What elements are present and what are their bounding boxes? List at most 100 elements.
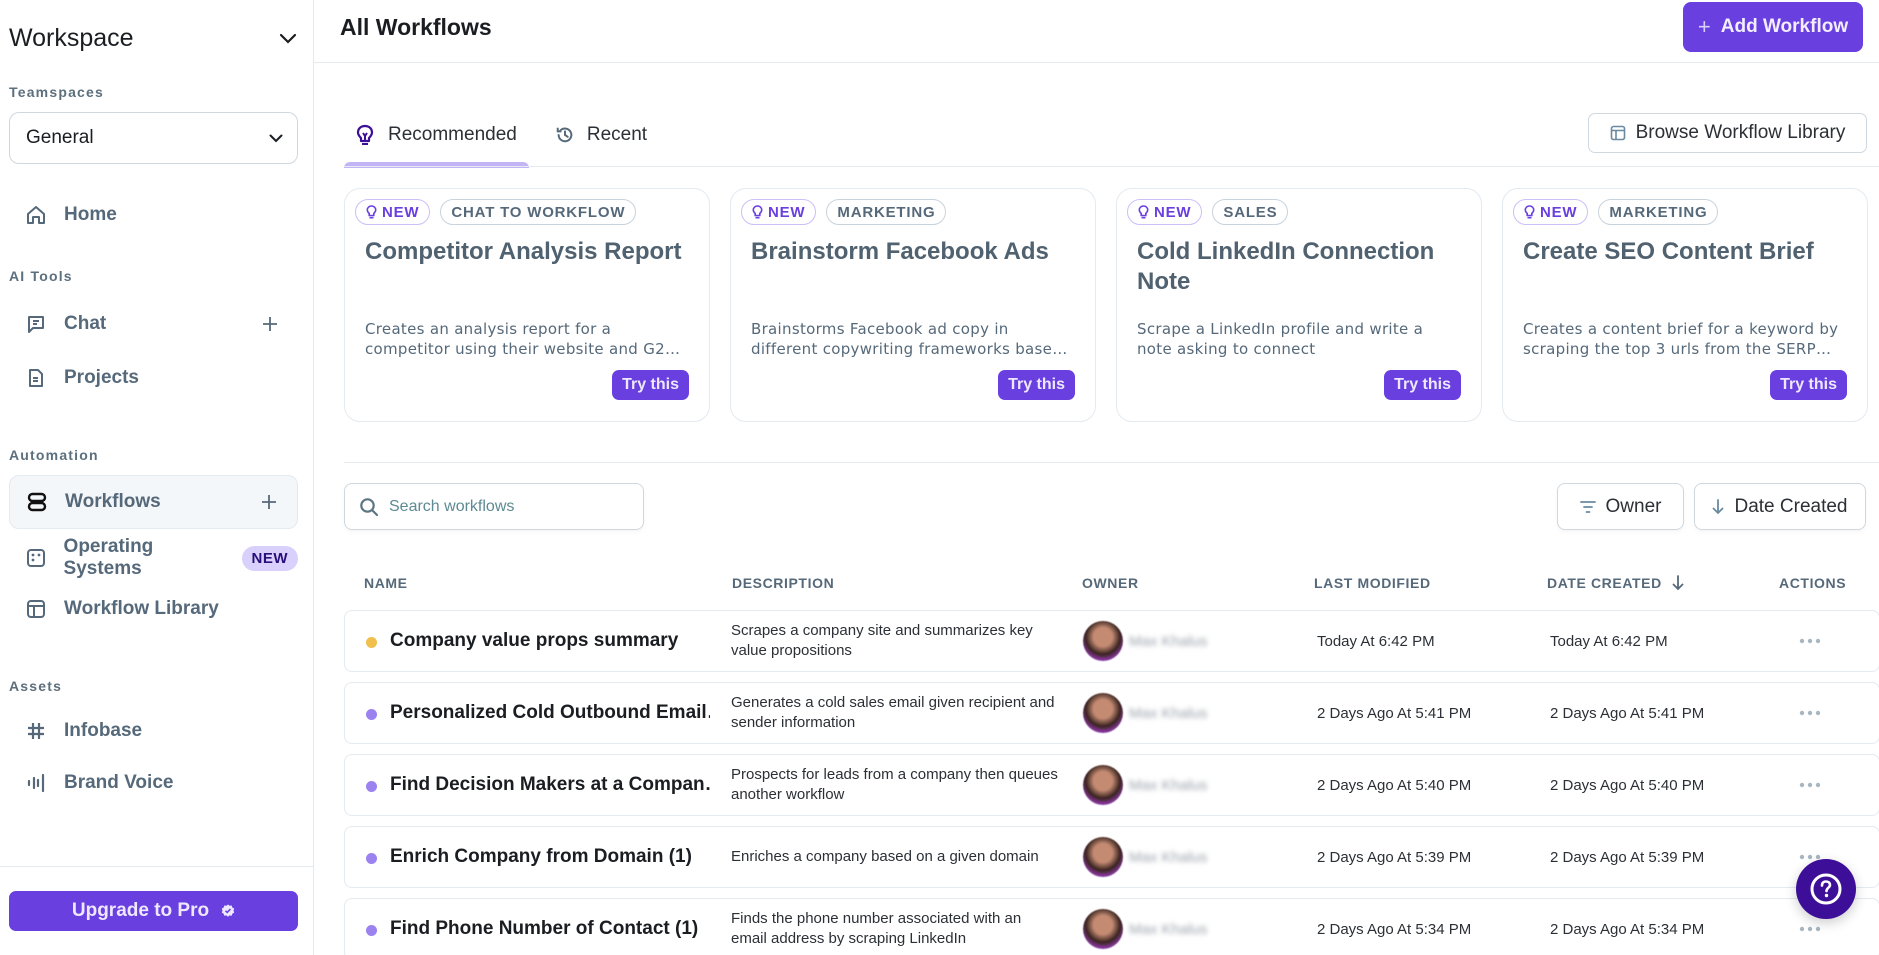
sidebar-item-chat[interactable]: Chat — [9, 297, 298, 351]
last-modified: Today At 6:42 PM — [1317, 632, 1435, 650]
owner-cell: Max Khalus — [1083, 909, 1207, 949]
owner-name: Max Khalus — [1129, 920, 1208, 938]
sidebar-item-infobase[interactable]: Infobase — [9, 704, 298, 758]
more-actions-icon[interactable] — [1795, 775, 1825, 795]
recommended-card[interactable]: NEW MARKETING Create SEO Content Brief C… — [1502, 188, 1868, 422]
avatar — [1083, 765, 1123, 805]
column-header-owner[interactable]: OWNER — [1082, 575, 1139, 591]
column-header-last-modified[interactable]: LAST MODIFIED — [1314, 575, 1431, 591]
help-button[interactable] — [1796, 859, 1856, 919]
new-chip: NEW — [355, 199, 431, 225]
tab-label: Recommended — [388, 124, 517, 145]
workflow-description: Finds the phone number associated with a… — [731, 910, 1022, 947]
owner-name: Max Khalus — [1129, 632, 1208, 650]
new-chip-label: NEW — [382, 203, 420, 221]
tab-recommended[interactable]: Recommended — [344, 113, 529, 168]
owner-cell: Max Khalus — [1083, 837, 1207, 877]
try-this-button[interactable]: Try this — [1770, 370, 1847, 400]
workspace-header[interactable]: Workspace — [9, 20, 299, 56]
card-description: Creates a content brief for a keyword by… — [1523, 320, 1839, 358]
category-chip: SALES — [1212, 199, 1289, 225]
table-row[interactable]: Personalized Cold Outbound Email… Genera… — [344, 682, 1879, 744]
sidebar-item-home[interactable]: Home — [9, 188, 298, 242]
sidebar-item-operating-systems[interactable]: Operating Systems NEW — [9, 531, 298, 585]
workflow-description: Prospects for leads from a company then … — [731, 766, 1058, 803]
owner-cell: Max Khalus — [1083, 621, 1207, 661]
recommended-card[interactable]: NEW MARKETING Brainstorm Facebook Ads Br… — [730, 188, 1096, 422]
card-title: Cold LinkedIn Connection Note — [1137, 238, 1435, 295]
sort-label: Date Created — [1734, 495, 1848, 517]
upgrade-to-pro-button[interactable]: Upgrade to Pro — [9, 891, 298, 931]
try-this-button[interactable]: Try this — [998, 370, 1075, 400]
sidebar-item-workflows[interactable]: Workflows — [9, 475, 298, 529]
recommended-cards: NEW CHAT TO WORKFLOW Competitor Analysis… — [344, 188, 1868, 422]
tabs-divider — [344, 166, 1879, 167]
workflow-name: Find Decision Makers at a Compan… — [390, 774, 710, 795]
card-title: Competitor Analysis Report — [365, 238, 682, 265]
workflow-description: Generates a cold sales email given recip… — [731, 694, 1055, 731]
column-header-name[interactable]: NAME — [364, 575, 408, 591]
table-row[interactable]: Find Phone Number of Contact (1) Finds t… — [344, 898, 1879, 955]
library-icon — [24, 597, 48, 621]
owner-filter-button[interactable]: Owner — [1557, 483, 1684, 530]
teamspace-select[interactable]: General — [9, 112, 298, 164]
date-created: Today At 6:42 PM — [1550, 632, 1668, 650]
add-workflow-icon[interactable] — [259, 492, 279, 512]
owner-name: Max Khalus — [1129, 848, 1208, 866]
chevron-down-icon[interactable] — [277, 27, 299, 49]
sidebar-item-label: Workflow Library — [64, 598, 219, 619]
table-row[interactable]: Company value props summary Scrapes a co… — [344, 610, 1879, 672]
column-header-date-created[interactable]: DATE CREATED — [1547, 575, 1684, 591]
browse-workflow-library-button[interactable]: Browse Workflow Library — [1588, 113, 1867, 153]
owner-name: Max Khalus — [1129, 704, 1208, 722]
sort-date-created-button[interactable]: Date Created — [1694, 483, 1866, 530]
card-description: Scrape a LinkedIn profile and write a no… — [1137, 320, 1424, 358]
section-divider — [344, 462, 1879, 463]
add-workflow-button[interactable]: + Add Workflow — [1683, 2, 1863, 52]
main-content: All Workflows + Add Workflow Recommended… — [314, 0, 1879, 955]
try-this-button[interactable]: Try this — [612, 370, 689, 400]
audio-wave-icon — [24, 771, 48, 795]
try-this-button[interactable]: Try this — [1384, 370, 1461, 400]
date-created: 2 Days Ago At 5:39 PM — [1550, 848, 1705, 866]
recommended-card[interactable]: NEW SALES Cold LinkedIn Connection Note … — [1116, 188, 1482, 422]
new-chip-label: NEW — [768, 203, 806, 221]
new-badge: NEW — [241, 545, 298, 571]
teamspaces-label: Teamspaces — [9, 84, 105, 100]
new-chip-label: NEW — [1540, 203, 1578, 221]
sidebar-item-label: Operating Systems — [63, 536, 154, 579]
chevron-down-icon — [269, 127, 283, 149]
card-description: Brainstorms Facebook ad copy in differen… — [751, 320, 1063, 358]
table-row[interactable]: Enrich Company from Domain (1) Enriches … — [344, 826, 1879, 888]
sidebar-item-label: Home — [64, 204, 117, 225]
sidebar-item-projects[interactable]: Projects — [9, 351, 298, 405]
avatar — [1083, 621, 1123, 661]
search-input[interactable] — [389, 497, 629, 516]
tab-recent[interactable]: Recent — [543, 113, 659, 157]
avatar — [1083, 909, 1123, 949]
upgrade-label: Upgrade to Pro — [71, 900, 210, 921]
ai-tools-label: AI Tools — [9, 268, 73, 284]
page-title: All Workflows — [340, 14, 492, 40]
date-created: 2 Days Ago At 5:40 PM — [1550, 776, 1705, 794]
search-box[interactable] — [344, 483, 644, 530]
new-chip-label: NEW — [1154, 203, 1192, 221]
card-title: Create SEO Content Brief — [1523, 238, 1814, 265]
home-icon — [24, 203, 48, 227]
tab-label: Recent — [586, 124, 648, 145]
recommended-card[interactable]: NEW CHAT TO WORKFLOW Competitor Analysis… — [344, 188, 710, 422]
more-actions-icon[interactable] — [1795, 631, 1825, 651]
arrow-down-icon — [1712, 498, 1724, 515]
sidebar-item-brand-voice[interactable]: Brand Voice — [9, 756, 298, 810]
more-actions-icon[interactable] — [1795, 919, 1825, 939]
owner-filter-label: Owner — [1605, 495, 1662, 517]
add-chat-icon[interactable] — [260, 314, 280, 334]
table-row[interactable]: Find Decision Makers at a Compan… Prospe… — [344, 754, 1879, 816]
filter-icon — [1579, 500, 1596, 514]
date-created: 2 Days Ago At 5:34 PM — [1550, 920, 1705, 938]
category-chip: MARKETING — [826, 199, 947, 225]
workflows-icon — [25, 490, 49, 514]
more-actions-icon[interactable] — [1795, 703, 1825, 723]
workflow-description: Scrapes a company site and summarizes ke… — [731, 622, 1033, 659]
sidebar-item-workflow-library[interactable]: Workflow Library — [9, 582, 298, 636]
